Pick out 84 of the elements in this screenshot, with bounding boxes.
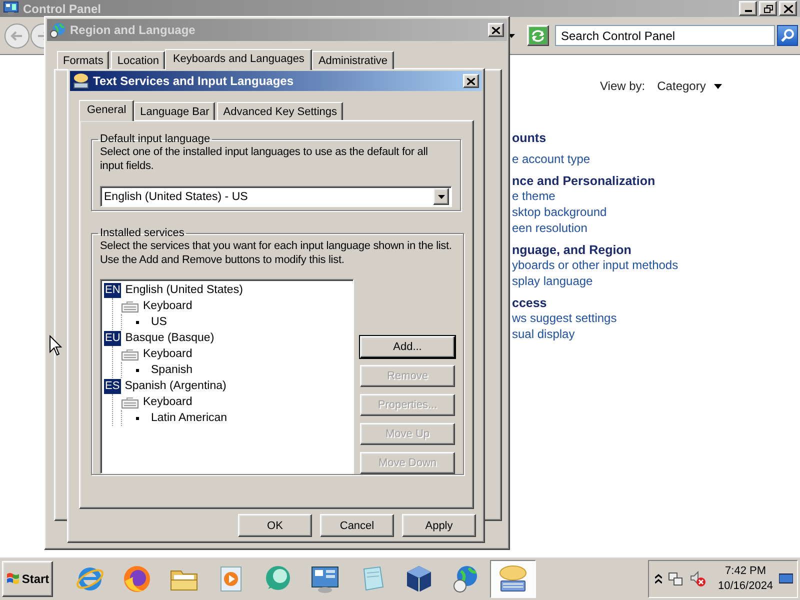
close-icon (784, 4, 792, 12)
category-heading[interactable]: ounts (512, 131, 546, 145)
tree-item[interactable]: US (151, 316, 167, 328)
tree-item[interactable]: Basque (Basque) (125, 332, 214, 344)
bullet-icon (136, 368, 139, 372)
search-button[interactable] (777, 25, 798, 46)
bullet-icon (136, 320, 139, 324)
window-title: Region and Language (70, 23, 196, 37)
dialog-button[interactable]: Cancel (320, 514, 394, 537)
tab[interactable]: Keyboards and Languages (164, 49, 312, 70)
tree-item[interactable]: Keyboard (143, 348, 192, 360)
keyboard-icon (121, 396, 139, 408)
tree-item[interactable]: English (United States) (125, 284, 243, 296)
view-by-label: View by: (600, 79, 646, 93)
keyboard-bubble-icon (73, 73, 89, 89)
windows-logo-icon (6, 572, 20, 585)
category-link[interactable]: e account type (512, 152, 590, 167)
category-heading[interactable]: nguage, and Region (512, 243, 632, 257)
category-heading[interactable]: nce and Personalization (512, 174, 656, 188)
category-link[interactable]: splay language (512, 274, 593, 289)
minimize-button[interactable] (739, 1, 757, 16)
chevron-up-icon[interactable] (655, 574, 662, 584)
tree-item[interactable]: Keyboard (143, 396, 192, 408)
refresh-button[interactable] (527, 25, 549, 46)
control-panel-icon (3, 1, 19, 16)
clock-date: 10/16/2024 (718, 578, 774, 594)
category-link[interactable]: een resolution (512, 221, 588, 236)
category-heading[interactable]: ccess (512, 296, 547, 310)
category-link[interactable]: sktop background (512, 205, 607, 220)
tab[interactable]: Language Bar (134, 102, 216, 120)
view-by-dropdown[interactable]: Category (657, 79, 722, 93)
language-dropdown[interactable]: English (United States) - US (100, 186, 452, 207)
clock[interactable]: 7:42 PM 10/16/2024 (718, 564, 774, 594)
close-button[interactable] (488, 23, 504, 37)
language-code-badge: ES (104, 378, 121, 394)
globe-icon (50, 22, 66, 38)
description: Select one of the installed input languages to use as the default for all input fields. (100, 145, 429, 173)
tree-item[interactable]: Spanish (Argentina) (124, 380, 226, 392)
tree-item[interactable]: Latin American (151, 412, 228, 424)
dialog-button[interactable]: OK (238, 514, 312, 537)
language-code-badge: EU (104, 330, 122, 346)
tab[interactable]: Advanced Key Settings (217, 102, 344, 120)
services-tree[interactable]: EN English (United States) Keyboard US EU Basque (Basque) Keyboard Spanish ES Spanish (Argentina) Keyboard Latin American (100, 279, 354, 474)
dropdown-button[interactable] (433, 188, 449, 205)
tab[interactable]: Administrative (312, 51, 394, 69)
tab[interactable]: Location (111, 51, 165, 69)
tree-item[interactable]: Keyboard (143, 300, 192, 312)
group-title: Installed services (99, 227, 186, 239)
keyboard-icon (121, 348, 139, 360)
keyboard-icon (121, 300, 139, 312)
close-button[interactable] (463, 74, 479, 88)
tab[interactable]: Formats (57, 51, 110, 69)
network-icon[interactable] (668, 570, 684, 586)
keyboard-bubble-icon (497, 562, 529, 594)
group-title: Default input language (99, 133, 212, 145)
speaker-muted-icon[interactable] (690, 570, 706, 586)
language-code-badge: EN (104, 282, 122, 298)
close-button[interactable] (779, 1, 797, 16)
caret-icon (714, 84, 722, 88)
window-title: Control Panel (23, 2, 102, 16)
description: Select the services that you want for each input language shown in the list. Use the Add and Remove buttons to modify this list. (100, 239, 453, 267)
close-icon (467, 78, 475, 84)
minimize-icon (744, 10, 752, 12)
service-button[interactable]: Add... (360, 336, 455, 358)
dialog-button[interactable]: Apply (402, 514, 476, 537)
taskbar-button[interactable] (490, 560, 536, 598)
monitor-icon[interactable] (779, 572, 794, 586)
category-link[interactable]: yboards or other input methods (512, 258, 678, 273)
tree-item[interactable]: Spanish (151, 364, 193, 376)
close-icon (492, 26, 500, 34)
restore-button[interactable] (759, 1, 777, 16)
caret-icon (438, 194, 444, 198)
category-link[interactable]: sual display (512, 327, 575, 342)
refresh-icon (531, 30, 545, 42)
window-title: Text Services and Input Languages (93, 74, 294, 88)
restore-icon (764, 4, 772, 12)
search-field[interactable]: Search Control Panel (555, 25, 775, 46)
tab[interactable]: General (79, 100, 134, 121)
bullet-icon (136, 416, 139, 420)
category-link[interactable]: ws suggest settings (512, 311, 617, 326)
search-icon (781, 29, 794, 42)
category-link[interactable]: e theme (512, 189, 556, 204)
start-button[interactable]: Start (2, 560, 53, 596)
clock-time: 7:42 PM (725, 564, 766, 578)
